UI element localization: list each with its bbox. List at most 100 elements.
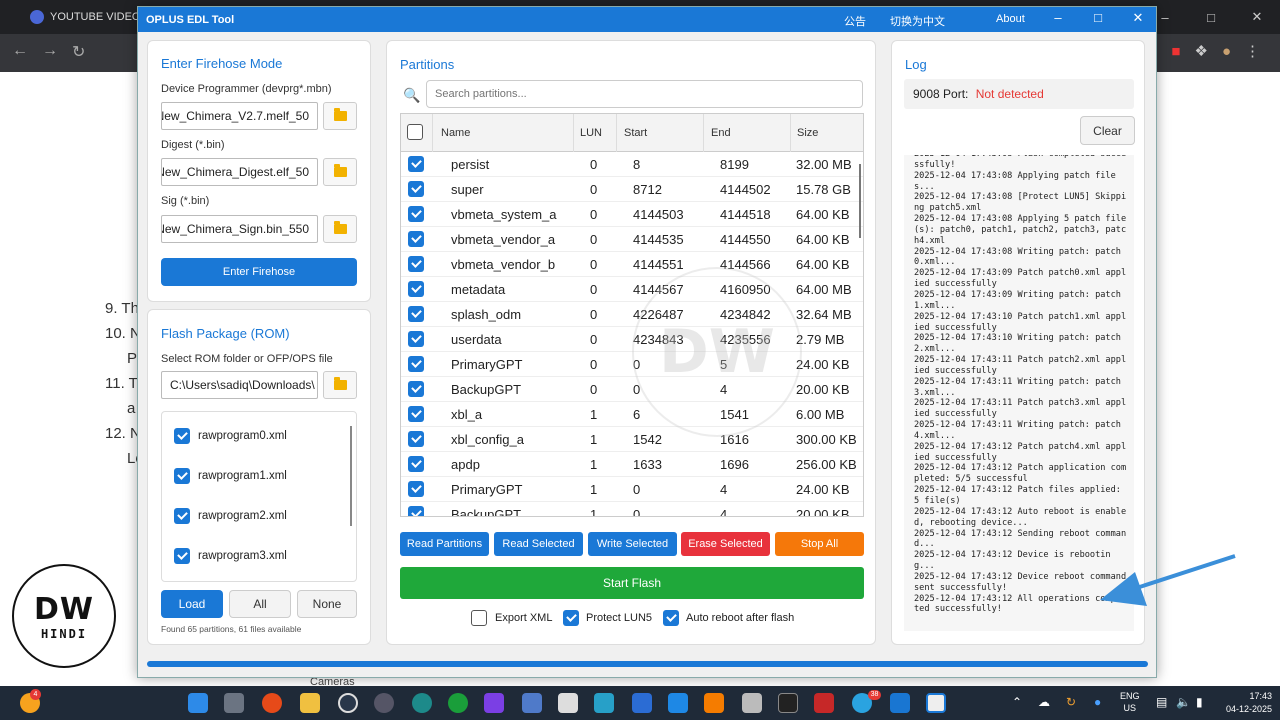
table-row[interactable]: apdp 1 1633 1696 256.00 KB [401,452,863,477]
start-icon[interactable] [188,693,208,713]
table-row[interactable]: PrimaryGPT 1 0 4 24.00 KB [401,477,863,502]
table-row[interactable]: vbmeta_vendor_a 0 4144535 4144550 64.00 KB [401,227,863,252]
minimize-icon[interactable]: – [1038,10,1078,25]
table-row[interactable]: vbmeta_vendor_b 0 4144551 4144566 64.00 KB [401,252,863,277]
enter-firehose-button[interactable]: Enter Firehose [161,258,357,286]
partition-search-input[interactable] [426,80,863,108]
browser-maximize-icon[interactable]: □ [1188,0,1234,34]
checkbox-checked[interactable] [174,428,190,444]
row-checkbox[interactable] [408,506,424,516]
clear-log-button[interactable]: Clear [1080,116,1135,145]
profile-avatar[interactable]: ● [1222,43,1231,60]
puzzle-icon[interactable]: ❖ [1194,42,1207,60]
menu-about[interactable]: About [996,13,1025,25]
column-header-start[interactable]: Start [617,114,704,152]
menu-notice[interactable]: 公告 [844,13,866,29]
read-partitions-button[interactable]: Read Partitions [400,532,489,556]
app-icon[interactable] [374,693,394,713]
row-checkbox[interactable] [408,256,424,272]
column-header-end[interactable]: End [704,114,791,152]
close-icon[interactable]: ✕ [1118,10,1158,26]
app-icon[interactable] [522,693,542,713]
row-checkbox[interactable] [408,181,424,197]
language-indicator[interactable]: ENG US [1120,690,1140,714]
read-selected-button[interactable]: Read Selected [494,532,583,556]
write-selected-button[interactable]: Write Selected [588,532,677,556]
programmer-field[interactable]: 50_New_Chimera_V2.7.melf [161,102,318,130]
file-list-scrollbar[interactable] [350,426,352,526]
column-header-name[interactable]: Name [433,114,574,152]
row-checkbox[interactable] [408,356,424,372]
edl-tool-taskbar-icon[interactable] [926,693,946,713]
cloud-icon[interactable]: ☁ [1038,695,1050,709]
table-row[interactable]: xbl_a 1 6 1541 6.00 MB [401,402,863,427]
app-icon[interactable] [484,693,504,713]
defender-icon[interactable] [890,693,910,713]
row-checkbox[interactable] [408,231,424,247]
table-row[interactable]: metadata 0 4144567 4160950 64.00 MB [401,277,863,302]
task-view-icon[interactable] [224,693,244,713]
digest-field[interactable]: 50_New_Chimera_Digest.elf [161,158,318,186]
network-icon[interactable]: ▤ [1156,695,1167,709]
app-icon[interactable] [338,693,358,713]
checkbox-unchecked[interactable] [471,610,487,626]
chrome-icon[interactable] [262,693,282,713]
table-row[interactable]: vbmeta_system_a 0 4144503 4144518 64.00 KB [401,202,863,227]
column-header-size[interactable]: Size [791,114,863,152]
row-checkbox[interactable] [408,206,424,222]
select-none-button[interactable]: None [297,590,357,618]
table-row[interactable]: persist 0 8 8199 32.00 MB [401,152,863,177]
table-row[interactable]: BackupGPT 1 0 4 20.00 KB [401,502,863,516]
rom-path-field[interactable]: C:\Users\sadiq\Downloads\ [161,371,318,399]
programmer-browse-button[interactable] [323,102,357,130]
mi-icon[interactable] [704,693,724,713]
checkbox-checked[interactable] [174,468,190,484]
row-checkbox[interactable] [408,481,424,497]
volume-icon[interactable]: 🔈 [1176,695,1191,709]
rom-browse-button[interactable] [323,371,357,399]
mcafee-icon[interactable] [814,693,834,713]
rom-file-item[interactable]: rawprogram3.xml [174,548,287,564]
checkbox-checked[interactable] [174,548,190,564]
header-select-all[interactable] [401,114,433,152]
reload-icon[interactable]: ↻ [72,42,85,62]
tray-chevron-icon[interactable]: ⌃ [1012,695,1022,709]
checkbox-checked[interactable] [663,610,679,626]
browser-close-icon[interactable]: ✕ [1234,0,1280,34]
row-checkbox[interactable] [408,331,424,347]
erase-selected-button[interactable]: Erase Selected [681,532,770,556]
app-icon[interactable] [594,693,614,713]
row-checkbox[interactable] [408,281,424,297]
column-header-lun[interactable]: LUN [574,114,617,152]
select-all-button[interactable]: All [229,590,291,618]
checkbox-unchecked[interactable] [407,124,423,140]
sync-icon[interactable]: ↻ [1066,695,1076,709]
stop-all-button[interactable]: Stop All [775,532,864,556]
notepad-icon[interactable] [632,693,652,713]
rom-file-item[interactable]: rawprogram2.xml [174,508,287,524]
auto-reboot-option[interactable]: Auto reboot after flash [663,610,794,626]
row-checkbox[interactable] [408,406,424,422]
mic-icon[interactable]: ● [1094,695,1101,709]
xbox-icon[interactable] [448,693,468,713]
menu-language-toggle[interactable]: 切换为中文 [890,13,945,29]
rom-file-item[interactable]: rawprogram0.xml [174,428,287,444]
rom-file-item[interactable]: rawprogram1.xml [174,468,287,484]
table-row[interactable]: super 0 8712 4144502 15.78 GB [401,177,863,202]
sig-browse-button[interactable] [323,215,357,243]
export-xml-option[interactable]: Export XML [471,610,552,626]
checkbox-checked[interactable] [563,610,579,626]
menu-dots-icon[interactable]: ⋮ [1245,42,1260,60]
checkbox-checked[interactable] [174,508,190,524]
table-row[interactable]: xbl_config_a 1 1542 1616 300.00 KB [401,427,863,452]
row-checkbox[interactable] [408,306,424,322]
app-icon[interactable] [668,693,688,713]
table-scrollbar[interactable] [859,164,861,238]
forward-arrow-icon[interactable]: → [42,42,58,60]
app-icon[interactable] [742,693,762,713]
browser-tab[interactable]: YOUTUBE VIDEOS [30,4,148,30]
row-checkbox[interactable] [408,456,424,472]
app-icon[interactable] [412,693,432,713]
battery-icon[interactable]: ▮ [1196,695,1203,709]
protect-lun5-option[interactable]: Protect LUN5 [563,610,652,626]
